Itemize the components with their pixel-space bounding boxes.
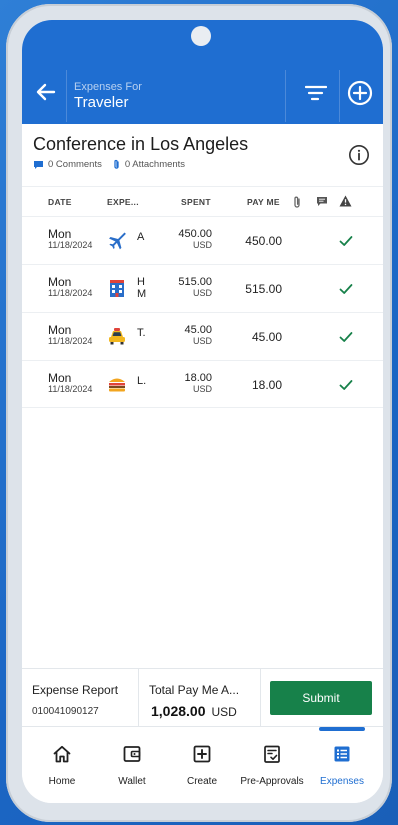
info-icon: [349, 145, 369, 165]
row-currency: USD: [192, 384, 212, 394]
tab-create[interactable]: Create: [167, 727, 237, 803]
expense-row[interactable]: Mon 11/18/2024 T. 45.00 USD 45.00: [22, 312, 383, 360]
row-type: L.: [137, 375, 147, 387]
total-currency: USD: [211, 705, 237, 719]
report-summary-footer: Expense Report 010041090127 Total Pay Me…: [22, 668, 383, 727]
row-pay-me: 450.00: [245, 234, 282, 248]
taxi-icon: [109, 328, 125, 345]
expense-report-cell: Expense Report 010041090127: [22, 669, 139, 727]
arrow-left-icon: [36, 83, 56, 101]
tab-wallet[interactable]: Wallet: [97, 727, 167, 803]
comment-icon: [34, 160, 43, 169]
row-date: 11/18/2024: [48, 336, 93, 346]
header-divider: [66, 70, 67, 122]
comments-count: 0 Comments: [48, 159, 102, 170]
total-pay-me-cell: Total Pay Me A... 1,028.00 USD: [139, 669, 261, 727]
total-pay-me-amount: 1,028.00 USD: [151, 703, 237, 719]
app-header: Expenses For Traveler: [22, 20, 383, 124]
check-icon: [339, 380, 353, 390]
expense-row[interactable]: Mon 11/18/2024 H M 515.00 USD 515.00: [22, 264, 383, 312]
row-type: A: [137, 231, 145, 243]
header-title: Traveler: [74, 94, 129, 111]
report-title: Conference in Los Angeles: [33, 134, 249, 154]
row-pay-me: 45.00: [251, 330, 282, 344]
paperclip-icon: [114, 159, 119, 169]
row-spent: 450.00: [178, 228, 212, 240]
row-pay-me: 18.00: [251, 378, 282, 392]
row-day: Mon: [48, 323, 72, 337]
column-date[interactable]: DATE: [48, 197, 72, 207]
row-currency: USD: [192, 288, 212, 298]
row-day: Mon: [48, 371, 72, 385]
comment-column-icon: [317, 197, 327, 206]
row-day: Mon: [48, 275, 72, 289]
total-pay-me-label: Total Pay Me A...: [149, 683, 240, 697]
camera-notch: [191, 26, 211, 46]
home-icon: [53, 745, 71, 763]
tab-expenses[interactable]: Expenses: [307, 727, 377, 803]
expense-row[interactable]: Mon 11/18/2024 A 450.00 USD 450.00: [22, 216, 383, 264]
plus-square-icon: [193, 745, 211, 763]
meal-icon: [109, 378, 125, 392]
back-button[interactable]: [30, 76, 62, 108]
attachments-count: 0 Attachments: [124, 159, 186, 170]
report-info-button[interactable]: [348, 144, 370, 166]
submit-button[interactable]: Submit: [270, 681, 372, 715]
expense-report-label: Expense Report: [32, 683, 119, 697]
sort-icon: [305, 85, 327, 101]
plus-circle-icon: [347, 80, 373, 106]
row-day: Mon: [48, 227, 72, 241]
report-meta: 0 Comments 0 Attachments: [33, 159, 195, 170]
column-expense-type[interactable]: EXPE...: [107, 197, 139, 207]
clipboard-check-icon: [264, 745, 280, 763]
expense-report-number: 010041090127: [32, 706, 99, 717]
row-spent: 515.00: [178, 276, 212, 288]
sort-button[interactable]: [301, 78, 331, 108]
add-expense-button[interactable]: [345, 78, 375, 108]
row-type: H M: [137, 276, 147, 300]
header-divider: [285, 70, 286, 122]
expense-row[interactable]: Mon 11/18/2024 L. 18.00 USD 18.00: [22, 360, 383, 408]
list-icon: [334, 746, 350, 762]
table-header: DATE EXPE... SPENT PAY ME: [22, 186, 383, 216]
row-date: 11/18/2024: [48, 240, 93, 250]
tab-label: Expenses: [320, 776, 364, 787]
app-screen: Expenses For Traveler Conference in Los …: [22, 20, 383, 803]
column-pay-me[interactable]: PAY ME: [247, 197, 280, 207]
check-icon: [339, 332, 353, 342]
row-type: T.: [137, 327, 146, 339]
airplane-icon: [109, 232, 126, 250]
row-date: 11/18/2024: [48, 288, 93, 298]
row-currency: USD: [192, 240, 212, 250]
row-spent: 18.00: [184, 372, 212, 384]
paperclip-column-icon: [294, 196, 300, 208]
column-spent[interactable]: SPENT: [181, 197, 211, 207]
row-pay-me: 515.00: [245, 282, 282, 296]
warning-column-icon: [339, 195, 352, 207]
bottom-tab-bar: Home Wallet Create Pre-Approvals Expense…: [22, 726, 383, 803]
header-divider: [339, 70, 340, 122]
wallet-icon: [123, 746, 141, 762]
header-subtitle: Expenses For: [74, 81, 142, 93]
comments-link[interactable]: 0 Comments: [33, 159, 102, 170]
hotel-icon: [110, 280, 124, 297]
check-icon: [339, 284, 353, 294]
tab-home[interactable]: Home: [27, 727, 97, 803]
row-date: 11/18/2024: [48, 384, 93, 394]
attachments-link[interactable]: 0 Attachments: [112, 159, 185, 170]
check-icon: [339, 236, 353, 246]
tab-pre-approvals[interactable]: Pre-Approvals: [237, 727, 307, 803]
total-value: 1,028.00: [151, 703, 206, 719]
row-currency: USD: [192, 336, 212, 346]
row-spent: 45.00: [184, 324, 212, 336]
